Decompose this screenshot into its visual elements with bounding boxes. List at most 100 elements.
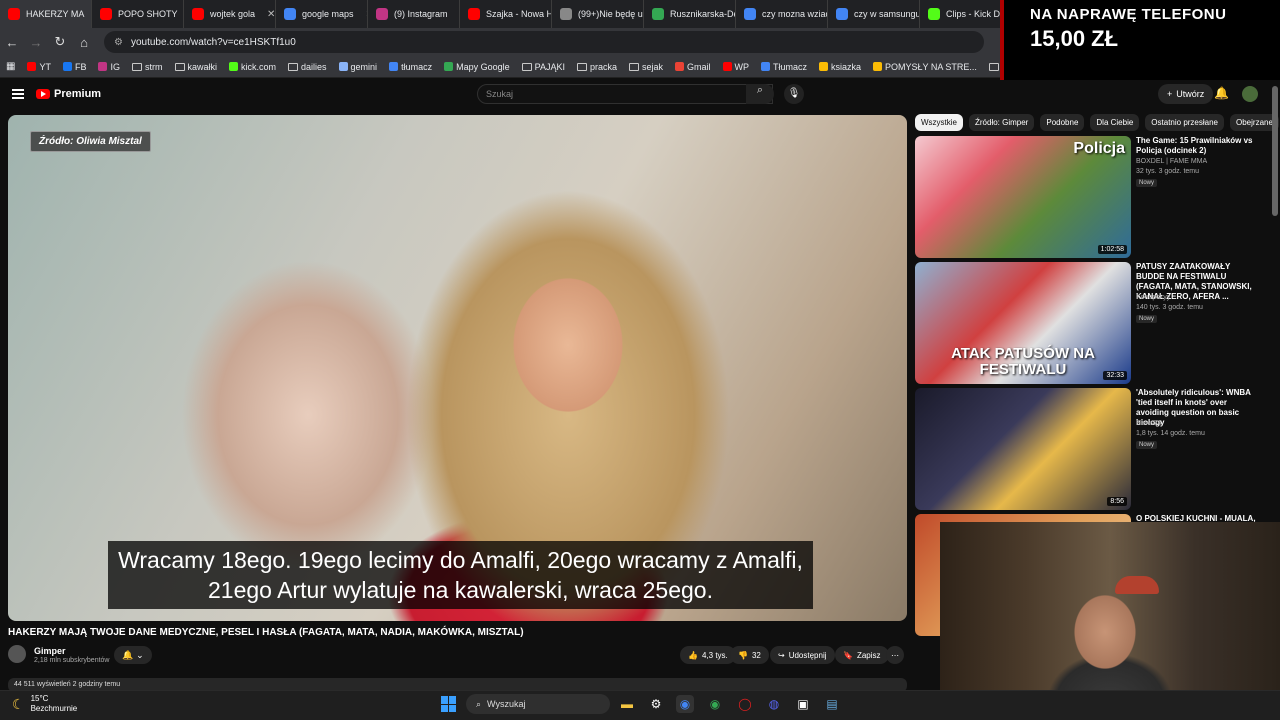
tab-title: (99+)Nie będę u	[578, 9, 643, 19]
apps-icon[interactable]: ▦	[6, 61, 15, 72]
recommended-channel[interactable]: News24	[1136, 420, 1161, 427]
bookmark-favicon-icon	[389, 62, 399, 71]
share-button[interactable]: ↪ Udostępnij	[770, 646, 835, 664]
bookmark-item[interactable]: Gmail	[675, 62, 711, 72]
capcut-icon[interactable]: ▣	[794, 695, 812, 713]
bookmark-item[interactable]: dailies	[288, 62, 327, 72]
hamburger-menu-icon[interactable]	[12, 89, 24, 99]
like-button[interactable]: 👍 4,3 tys.	[680, 646, 736, 664]
forward-icon[interactable]: →	[24, 35, 48, 50]
bookmark-item[interactable]: strm	[132, 62, 163, 72]
browser-tab[interactable]: Szajka - Nowa H✕	[460, 0, 552, 28]
video-title: HAKERZY MAJĄ TWOJE DANE MEDYCZNE, PESEL …	[8, 627, 524, 638]
browser-icon[interactable]: ◉	[706, 695, 724, 713]
bookmark-item[interactable]: YT	[27, 62, 51, 72]
browser-tab[interactable]: (99+)Nie będę u✕	[552, 0, 644, 28]
bookmark-item[interactable]: IG	[98, 62, 120, 72]
close-tab-icon[interactable]: ✕	[360, 9, 367, 20]
save-button[interactable]: 🔖 Zapisz	[835, 646, 889, 664]
bookmark-item[interactable]: POMYSŁY NA STRE...	[873, 62, 977, 72]
browser-tab[interactable]: Clips - Kick Das✕	[920, 0, 1012, 28]
bookmark-item[interactable]: gemini	[338, 62, 377, 72]
recommended-meta: 32 tys. 3 godz. temu	[1136, 168, 1200, 175]
bookmark-item[interactable]: kawałki	[174, 62, 217, 72]
windows-start-icon[interactable]	[441, 696, 457, 712]
browser-tab[interactable]: HAKERZY MA✕	[0, 0, 92, 28]
windows-taskbar	[0, 690, 1280, 720]
notepad-icon[interactable]: ▤	[823, 695, 841, 713]
video-thumbnail[interactable]: ATAK PATUSÓW NA FESTIWALU 32:33	[915, 262, 1131, 384]
settings-icon[interactable]: ⚙	[647, 695, 665, 713]
filter-chip[interactable]: Źródło: Gimper	[969, 114, 1035, 131]
tab-favicon-icon	[192, 8, 204, 20]
youtube-logo[interactable]: Premium	[36, 88, 101, 100]
home-icon[interactable]: ⌂	[72, 35, 96, 50]
filter-chip[interactable]: Podobne	[1040, 114, 1085, 131]
search-input[interactable]: Szukaj	[477, 84, 773, 104]
discord-icon[interactable]: ◍	[765, 695, 783, 713]
bookmark-item[interactable]: pracka	[576, 62, 617, 72]
browser-tab[interactable]: google maps ✕	[276, 0, 368, 28]
opera-icon[interactable]: ◯	[736, 695, 754, 713]
weather-widget[interactable]: ☾ 15°C Bezchmurnie	[12, 694, 77, 714]
tab-title: czy w samsungu	[854, 9, 920, 19]
bookmark-label: tłumacz	[401, 61, 433, 72]
filter-chip[interactable]: Wszystkie	[915, 114, 963, 131]
reload-icon[interactable]: ↻	[48, 34, 72, 50]
share-icon: ↪	[778, 650, 785, 660]
browser-tab[interactable]: czy w samsungu✕	[828, 0, 920, 28]
dislike-button[interactable]: 👎 32	[730, 646, 769, 664]
subscription-bell-button[interactable]: 🔔 ⌄	[114, 646, 152, 664]
voice-search-icon[interactable]: 🎙	[784, 84, 804, 104]
recommended-channel[interactable]: BOXDEL | FAME MMA	[1136, 158, 1207, 165]
browser-tab[interactable]: Rusznikarska-De✕	[644, 0, 736, 28]
bookmark-item[interactable]: FB	[62, 62, 86, 72]
user-avatar[interactable]	[1242, 86, 1258, 102]
filter-chip[interactable]: Ostatnio przesłane	[1145, 114, 1224, 131]
browser-tab[interactable]: wojtek gola ✕	[184, 0, 276, 28]
temperature: 15°C	[30, 694, 49, 703]
notifications-bell-icon[interactable]: 🔔	[1214, 86, 1229, 100]
bookmark-label: sejak	[641, 61, 663, 72]
video-duration: 1:02:58	[1097, 245, 1127, 254]
chrome-icon[interactable]: ◉	[676, 695, 694, 713]
bookmark-item[interactable]: Mapy Google	[444, 62, 510, 72]
close-tab-icon[interactable]: ✕	[261, 9, 275, 20]
folder-icon	[288, 62, 299, 71]
channel-name[interactable]: Gimper	[34, 646, 66, 656]
create-button[interactable]: + Utwórz	[1158, 84, 1214, 104]
plus-icon: +	[1167, 89, 1173, 99]
browser-tab[interactable]: czy mozna wziac✕	[736, 0, 828, 28]
video-thumbnail[interactable]: Policja 1:02:58	[915, 136, 1131, 258]
video-thumbnail[interactable]: 8:56	[915, 388, 1131, 510]
bookmark-item[interactable]: tłumacz	[389, 62, 432, 72]
taskbar-search[interactable]: ⌕ Wyszukaj	[466, 694, 610, 714]
recommended-title[interactable]: The Game: 15 Prawilniaków vs Policja (od…	[1136, 136, 1258, 156]
site-info-icon[interactable]: ⚙	[114, 37, 123, 48]
bookmark-item[interactable]: kick.com	[229, 62, 276, 72]
bookmark-item[interactable]: ksiazka	[819, 62, 861, 72]
bookmark-label: dailies	[301, 61, 327, 72]
url-field[interactable]: ⚙ youtube.com/watch?v=ce1HSKTf1u0	[104, 31, 984, 53]
file-explorer-icon[interactable]: ▬	[618, 695, 636, 713]
folder-icon	[988, 62, 999, 71]
filter-chip[interactable]: Dla Ciebie	[1090, 114, 1140, 131]
bookmark-label: Gmail	[687, 61, 711, 72]
page-scrollbar[interactable]	[1272, 86, 1278, 216]
bookmark-item[interactable]: WP	[722, 62, 749, 72]
recommended-video[interactable]: Policja 1:02:58 The Game: 15 Prawilniaków …	[915, 136, 1265, 258]
back-icon[interactable]: ←	[0, 35, 24, 50]
recommended-channel[interactable]: Konopskyy	[1136, 294, 1170, 301]
channel-avatar[interactable]	[8, 645, 26, 663]
tab-title: Szajka - Nowa H	[486, 9, 552, 19]
bookmark-item[interactable]: sejak	[628, 61, 663, 72]
more-actions-icon[interactable]: ⋯	[886, 646, 904, 664]
browser-tab[interactable]: POPO SHOTY✕	[92, 0, 184, 28]
bookmark-item[interactable]: Tłumacz	[761, 62, 807, 72]
bookmark-item[interactable]: PAJĄKI	[521, 62, 565, 72]
recommended-video[interactable]: ATAK PATUSÓW NA FESTIWALU 32:33 PATUSY ZAA…	[915, 262, 1265, 384]
search-button[interactable]: ⌕	[746, 84, 774, 104]
recommended-video[interactable]: 8:56 'Absolutely ridiculous': WNBA 'tied …	[915, 388, 1265, 510]
share-label: Udostępnij	[788, 650, 827, 660]
browser-tab[interactable]: (9) Instagram✕	[368, 0, 460, 28]
